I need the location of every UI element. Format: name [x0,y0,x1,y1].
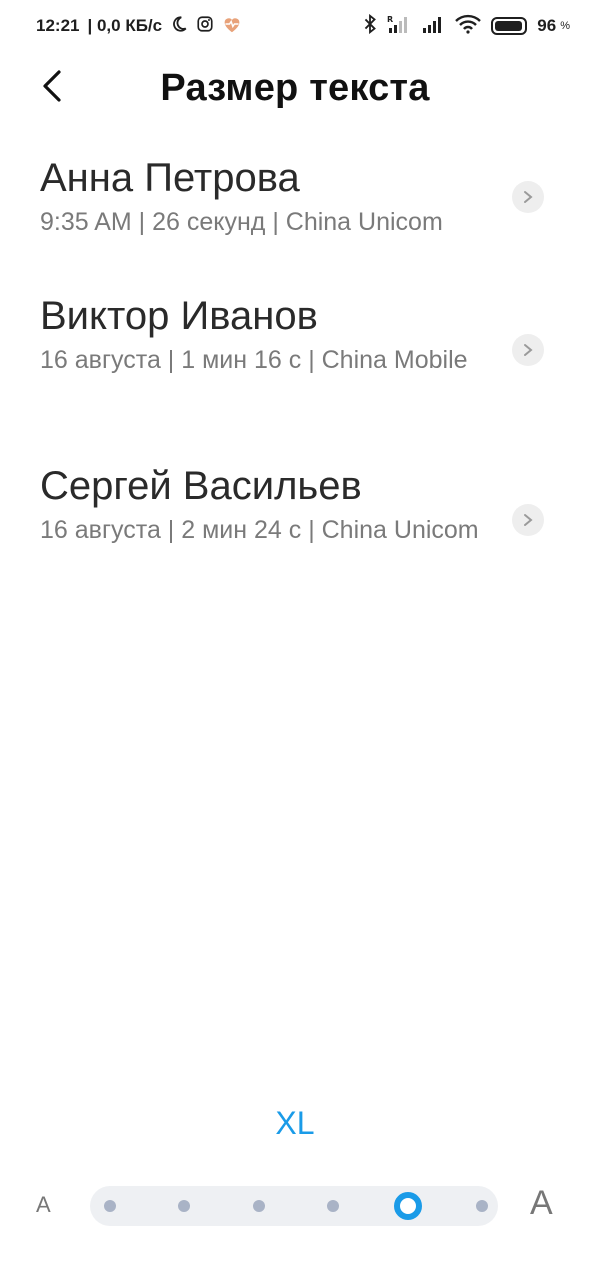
header: Размер текста [0,52,590,124]
call-meta: 9:35 AM | 26 секунд | China Unicom [40,208,443,236]
small-text-label: A [36,1192,51,1217]
call-meta: 16 августа | 2 мин 24 с | China Unicom [40,516,479,544]
bluetooth-icon [363,13,377,39]
text-size-label: XL [275,1105,315,1141]
call-details-button[interactable] [512,334,544,366]
slider-step-dot[interactable] [178,1200,191,1212]
call-name: Сергей Васильев [40,464,362,508]
call-details-button[interactable] [512,181,544,213]
status-bar: 12:21 | 0,0 КБ/с R 96 % [0,0,590,52]
status-left: 12:21 | 0,0 КБ/с [36,15,242,38]
moon-icon [170,15,188,38]
slider-step-dot[interactable] [252,1200,265,1212]
status-time: 12:21 [36,16,80,35]
status-right: R 96 % [363,13,570,39]
call-list: Анна Петрова 9:35 AM | 26 секунд | China… [0,150,590,608]
svg-text:R: R [387,15,393,24]
slider-thumb[interactable] [393,1192,422,1220]
chevron-right-icon [524,514,533,526]
battery-level: 96 [537,16,557,35]
signal-icon [421,14,445,39]
back-arrow-icon [41,69,63,108]
chevron-right-icon [524,191,533,203]
wifi-icon [455,14,482,39]
slider-step-dot[interactable] [327,1200,340,1212]
page-title: Размер текста [160,66,430,109]
slider-step-dot[interactable] [476,1200,488,1212]
signal-roaming-icon: R [387,14,411,39]
chevron-right-icon [524,344,533,356]
text-size-slider-row: A A [0,1180,590,1232]
battery-percent-sign: % [560,20,570,32]
call-name: Анна Петрова [40,156,300,200]
screen: 12:21 | 0,0 КБ/с R 96 % Размер текста Ан… [0,0,590,1280]
call-item[interactable]: Виктор Иванов 16 августа | 1 мин 16 с | … [0,288,590,458]
text-size-slider[interactable] [90,1186,498,1226]
network-speed: | 0,0 КБ/с [87,16,163,35]
large-text-label: A [530,1184,553,1222]
call-name: Виктор Иванов [40,294,318,338]
instagram-icon [196,15,214,38]
back-button[interactable] [30,66,74,110]
health-heart-icon [222,15,242,38]
call-meta: 16 августа | 1 мин 16 с | China Mobile [40,346,468,374]
slider-step-dot[interactable] [104,1200,116,1212]
call-details-button[interactable] [512,504,544,536]
battery-icon [491,17,528,35]
call-item[interactable]: Сергей Васильев 16 августа | 2 мин 24 с … [0,458,590,608]
call-item[interactable]: Анна Петрова 9:35 AM | 26 секунд | China… [0,150,590,288]
